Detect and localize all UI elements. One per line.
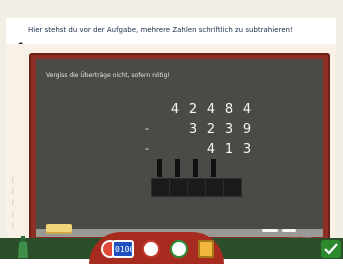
carry-slot-2[interactable]: [175, 159, 180, 177]
minuend-digit-5: 4: [242, 102, 252, 117]
result-cell-4[interactable]: [205, 178, 224, 197]
carry-slot-1[interactable]: [157, 159, 162, 177]
app-frame: Hier stehst du vor der Aufgabe, mehrere …: [0, 0, 343, 264]
minuend-digit-2: 2: [188, 102, 198, 117]
carry-slot-3[interactable]: [193, 159, 198, 177]
decorative-scribble: ~ ~ ~ ~ ~: [8, 175, 19, 230]
subtrahend1-digit-2: 2: [206, 122, 216, 137]
carry-slot-4[interactable]: [211, 159, 216, 177]
minuend-digit-4: 8: [224, 102, 234, 117]
board-note: Vergiss die Überträge nicht, sofern nöti…: [46, 72, 170, 79]
minus-sign-2: -: [145, 142, 149, 155]
result-cell-1[interactable]: [151, 178, 170, 197]
check-icon: [324, 243, 338, 255]
minuend-digit-1: 4: [170, 102, 180, 117]
result-cell-2[interactable]: [169, 178, 188, 197]
result-cell-3[interactable]: [187, 178, 206, 197]
check-button[interactable]: [321, 240, 341, 258]
result-cell-5[interactable]: [223, 178, 242, 197]
subtrahend1-digit-3: 3: [224, 122, 234, 137]
chalkboard: [36, 59, 323, 229]
play-button[interactable]: [170, 240, 188, 258]
subtrahend2-digit-2: 1: [224, 142, 234, 157]
subtrahend1-digit-1: 3: [188, 122, 198, 137]
minuend-digit-3: 4: [206, 102, 216, 117]
instruction-text: Hier stehst du vor der Aufgabe, mehrere …: [28, 26, 293, 34]
timer-label: 0100: [115, 245, 135, 254]
minus-sign-1: -: [145, 122, 149, 135]
instruction-banner: Hier stehst du vor der Aufgabe, mehrere …: [6, 18, 336, 50]
sponge-icon[interactable]: [46, 224, 72, 234]
chalk-icon[interactable]: [262, 229, 278, 232]
bottle-icon: [18, 236, 28, 258]
subtrahend2-digit-3: 3: [242, 142, 252, 157]
timer-button[interactable]: 0100: [112, 240, 134, 258]
record-button[interactable]: [142, 240, 160, 258]
subtrahend1-digit-4: 9: [242, 122, 252, 137]
subtrahend2-digit-1: 4: [206, 142, 216, 157]
books-icon[interactable]: [198, 240, 214, 258]
